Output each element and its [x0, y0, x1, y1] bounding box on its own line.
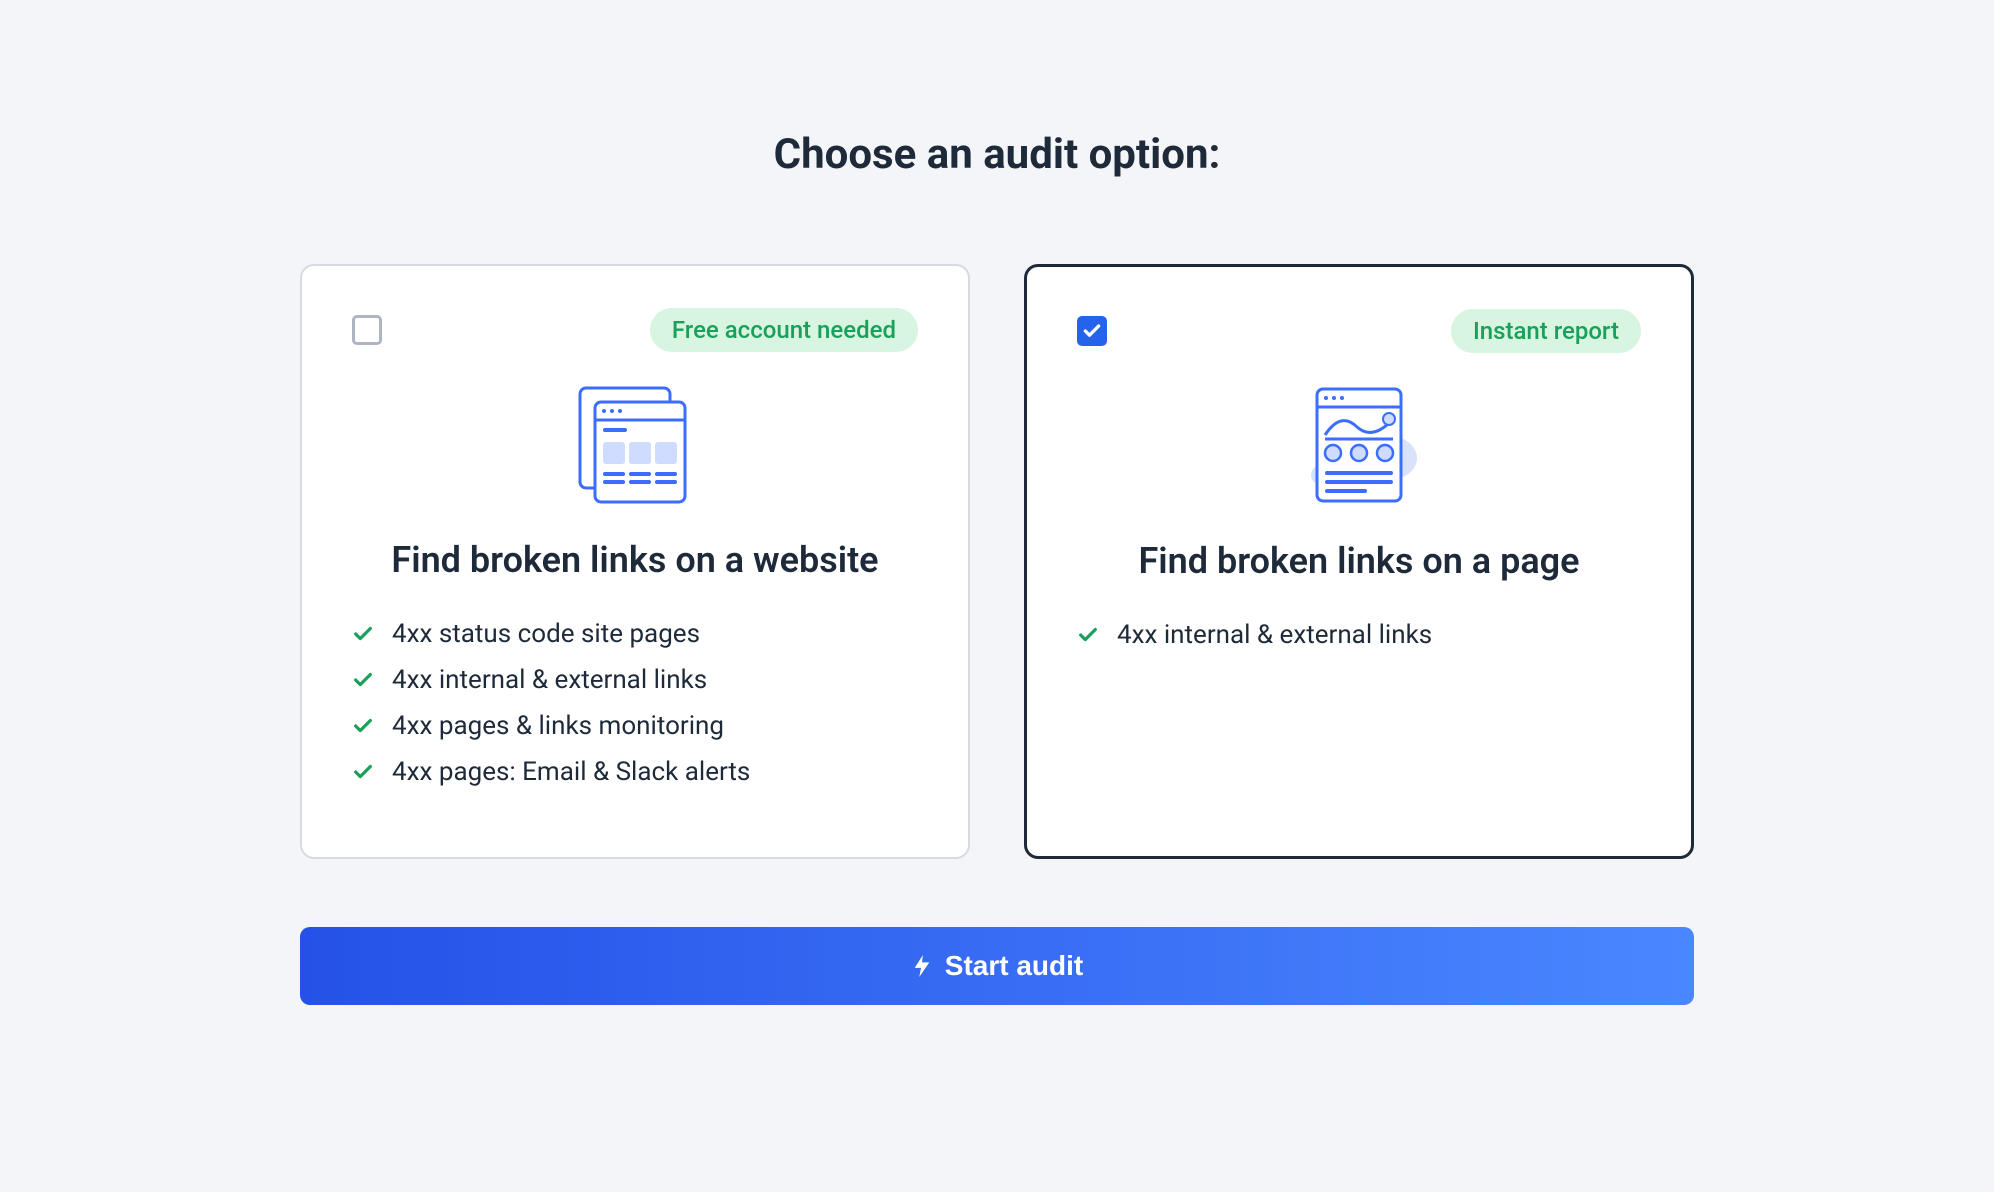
features-list: 4xx internal & external links	[1077, 612, 1641, 658]
badge-free-account: Free account needed	[650, 308, 918, 352]
single-page-icon	[1077, 383, 1641, 508]
feature-item: 4xx status code site pages	[352, 611, 918, 657]
badge-instant-report: Instant report	[1451, 309, 1641, 353]
check-icon	[352, 623, 374, 645]
feature-text: 4xx pages: Email & Slack alerts	[392, 757, 750, 787]
website-pages-icon	[352, 382, 918, 507]
feature-text: 4xx status code site pages	[392, 619, 700, 649]
start-audit-label: Start audit	[945, 950, 1083, 982]
card-top-row: Instant report	[1077, 309, 1641, 353]
features-list: 4xx status code site pages 4xx internal …	[352, 611, 918, 795]
feature-text: 4xx pages & links monitoring	[392, 711, 724, 741]
start-audit-button[interactable]: Start audit	[300, 927, 1694, 1005]
audit-option-website[interactable]: Free account needed	[300, 264, 970, 859]
feature-item: 4xx internal & external links	[1077, 612, 1641, 658]
check-icon	[1077, 624, 1099, 646]
checkbox-checked-icon[interactable]	[1077, 316, 1107, 346]
card-title-website: Find broken links on a website	[352, 539, 918, 581]
lightning-icon	[911, 953, 933, 979]
page-title: Choose an audit option:	[774, 130, 1221, 179]
checkbox-unchecked-icon[interactable]	[352, 315, 382, 345]
card-top-row: Free account needed	[352, 308, 918, 352]
feature-item: 4xx internal & external links	[352, 657, 918, 703]
feature-text: 4xx internal & external links	[1117, 620, 1432, 650]
check-icon	[352, 715, 374, 737]
check-icon	[352, 669, 374, 691]
audit-options-row: Free account needed	[300, 264, 1694, 859]
feature-item: 4xx pages & links monitoring	[352, 703, 918, 749]
card-title-page: Find broken links on a page	[1077, 540, 1641, 582]
feature-text: 4xx internal & external links	[392, 665, 707, 695]
feature-item: 4xx pages: Email & Slack alerts	[352, 749, 918, 795]
audit-option-page[interactable]: Instant report Find bro	[1024, 264, 1694, 859]
check-icon	[352, 761, 374, 783]
